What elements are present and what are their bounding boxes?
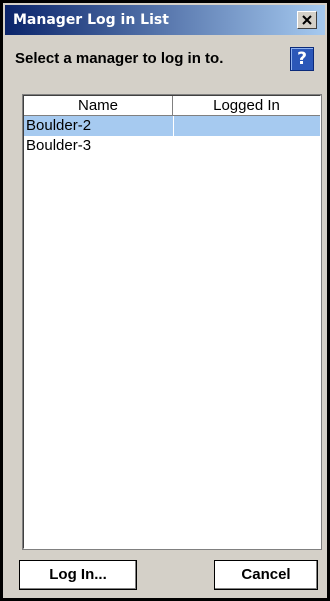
dialog-body: Manager Log in List Select a manager to … [3,3,327,598]
close-icon [302,15,312,25]
list-row-boulder-2[interactable]: Boulder-2 [24,116,320,136]
help-button[interactable]: ? [290,47,314,71]
manager-list[interactable]: Name Logged In Boulder-2 Boulder-3 [22,94,322,550]
close-button[interactable] [297,11,317,29]
column-header-name[interactable]: Name [24,96,173,116]
dialog-window: Manager Log in List Select a manager to … [0,0,330,601]
help-icon: ? [297,49,307,69]
window-title: Manager Log in List [13,12,169,28]
row-logged-in-cell [173,116,320,136]
cancel-button[interactable]: Cancel [214,560,318,590]
column-header-logged-in[interactable]: Logged In [173,96,320,116]
list-row-boulder-3[interactable]: Boulder-3 [24,136,320,156]
title-bar[interactable]: Manager Log in List [5,5,325,35]
row-logged-in-cell [173,136,320,156]
row-name-cell: Boulder-3 [26,137,92,154]
log-in-button[interactable]: Log In... [19,560,137,590]
list-header: Name Logged In [24,96,320,116]
instruction-text: Select a manager to log in to. [15,50,224,67]
row-name-cell: Boulder-2 [24,116,173,136]
